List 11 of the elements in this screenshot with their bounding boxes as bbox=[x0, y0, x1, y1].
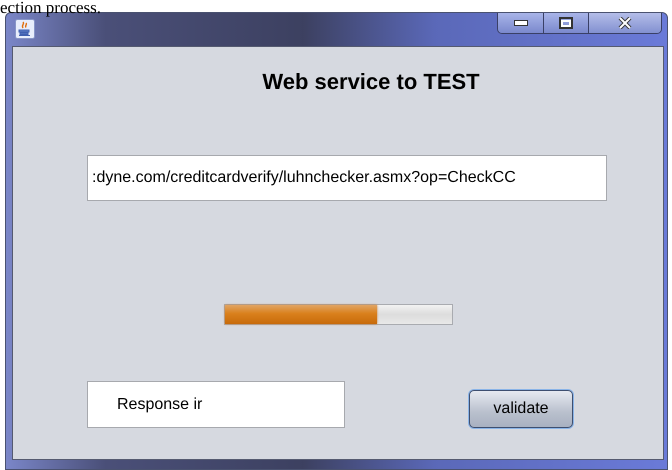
validate-button[interactable]: validate bbox=[469, 390, 573, 428]
url-field[interactable]: :dyne.com/creditcardverify/luhnchecker.asmx?op=CheckCC bbox=[87, 155, 607, 201]
heading: Web service to TEST bbox=[261, 68, 481, 96]
java-cup-icon bbox=[15, 19, 35, 39]
maximize-button[interactable] bbox=[544, 13, 589, 33]
maximize-icon bbox=[559, 17, 573, 29]
response-field[interactable]: Response ir bbox=[87, 381, 345, 428]
close-button[interactable] bbox=[589, 13, 661, 33]
minimize-button[interactable] bbox=[498, 13, 544, 33]
minimize-icon bbox=[514, 20, 528, 26]
close-icon bbox=[618, 17, 632, 29]
